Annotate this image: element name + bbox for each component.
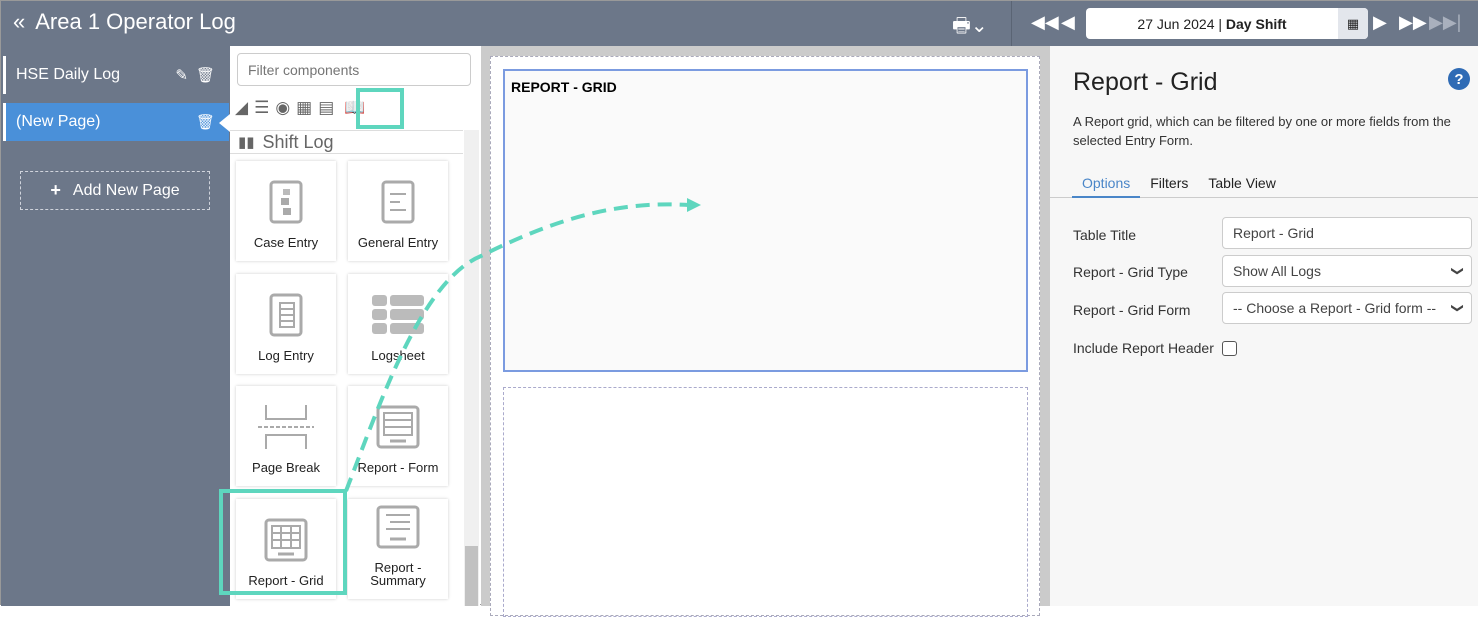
include-header-checkbox[interactable] <box>1222 341 1237 356</box>
grid-type-label: Report - Grid Type <box>1073 264 1188 280</box>
tab-table-view[interactable]: Table View <box>1198 168 1285 198</box>
chevron-down-icon: ❯ <box>1450 265 1465 277</box>
table-title-label: Table Title <box>1073 227 1137 243</box>
properties-panel: Report - Grid ? A Report grid, which can… <box>1050 46 1478 606</box>
component-description: A Report grid, which can be filtered by … <box>1073 114 1451 148</box>
help-icon[interactable]: ? <box>1448 68 1470 90</box>
properties-tabs: Options Filters Table View <box>1050 168 1478 198</box>
grid-form-select[interactable]: -- Choose a Report - Grid form -- ❯ <box>1222 292 1472 324</box>
include-header-label: Include Report Header <box>1073 340 1214 356</box>
table-title-input[interactable]: Report - Grid <box>1222 217 1472 249</box>
tab-filters[interactable]: Filters <box>1140 168 1198 198</box>
properties-title: Report - Grid <box>1073 68 1218 96</box>
chevron-down-icon: ❯ <box>1450 302 1465 314</box>
grid-form-label: Report - Grid Form <box>1073 302 1191 318</box>
tab-options[interactable]: Options <box>1072 168 1141 198</box>
grid-type-select[interactable]: Show All Logs ❯ <box>1222 255 1472 287</box>
